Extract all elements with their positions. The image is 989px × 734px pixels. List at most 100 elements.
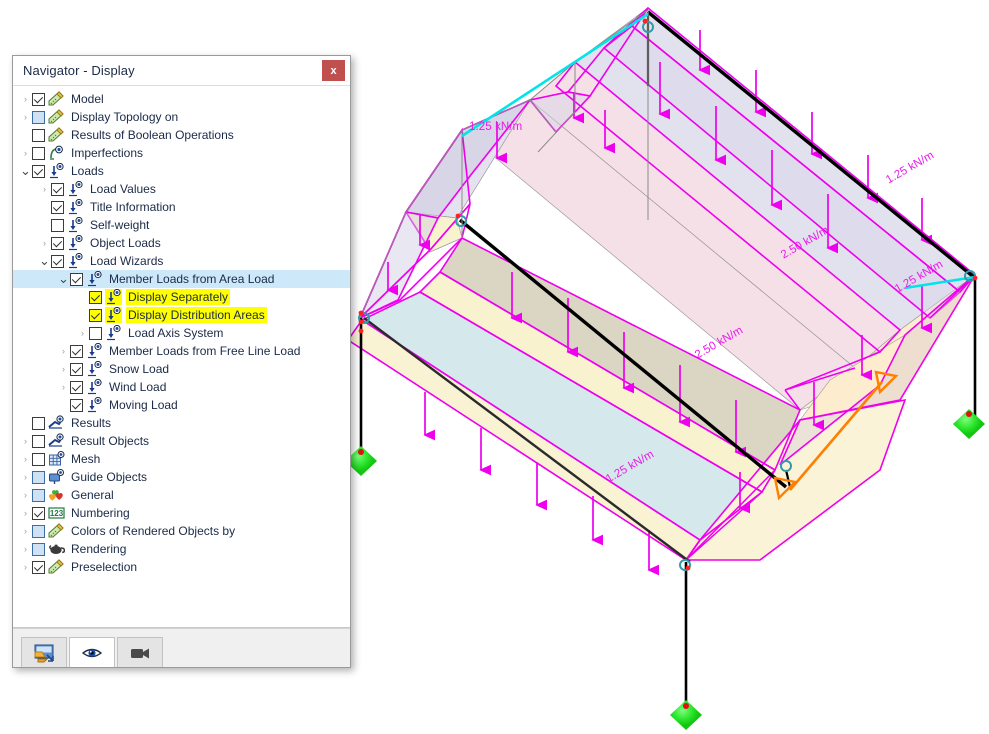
chevron-none	[76, 288, 89, 306]
checkbox-preselection[interactable]	[32, 561, 45, 574]
checkbox-colors-of-rendered-objects-by[interactable]	[32, 525, 45, 538]
chevron-right-icon[interactable]: ›	[38, 180, 51, 198]
numbering-123-icon: 123	[48, 505, 65, 521]
tree-item-preselection[interactable]: ›Preselection	[13, 558, 350, 576]
checkbox-results-of-boolean-operations[interactable]	[32, 129, 45, 142]
tree-item-display-distribution-areas[interactable]: Display Distribution Areas	[13, 306, 350, 324]
chevron-right-icon[interactable]: ›	[57, 378, 70, 396]
tree-item-label: Numbering	[69, 505, 132, 521]
checkbox-display-distribution-areas[interactable]	[89, 309, 102, 322]
tab-views-navigator[interactable]	[117, 637, 163, 667]
chevron-right-icon[interactable]: ›	[19, 144, 32, 162]
checkbox-moving-load[interactable]	[70, 399, 83, 412]
chevron-right-icon[interactable]: ›	[19, 540, 32, 558]
checkbox-member-loads-from-area-load[interactable]	[70, 273, 83, 286]
checkbox-display-topology-on[interactable]	[32, 111, 45, 124]
project-navigator-icon	[33, 643, 55, 663]
checkbox-wind-load[interactable]	[70, 381, 83, 394]
ruler-pencil-icon	[48, 109, 65, 125]
chevron-right-icon[interactable]: ›	[19, 558, 32, 576]
close-icon[interactable]: x	[322, 60, 345, 81]
chevron-right-icon[interactable]: ›	[19, 468, 32, 486]
tree-item-display-topology-on[interactable]: ›Display Topology on	[13, 108, 350, 126]
checkbox-snow-load[interactable]	[70, 363, 83, 376]
tab-display-navigator[interactable]	[69, 637, 115, 667]
checkbox-loads[interactable]	[32, 165, 45, 178]
tree-item-display-separately[interactable]: Display Separately	[13, 288, 350, 306]
tree-item-snow-load[interactable]: ›Snow Load	[13, 360, 350, 378]
tree-item-label: Imperfections	[69, 145, 145, 161]
tree-item-self-weight[interactable]: Self-weight	[13, 216, 350, 234]
ruler-pencil-icon-wrap	[48, 91, 65, 107]
load-eye-icon-wrap	[67, 217, 84, 233]
chevron-right-icon[interactable]: ›	[19, 522, 32, 540]
checkbox-general[interactable]	[32, 489, 45, 502]
checkbox-results[interactable]	[32, 417, 45, 430]
checkbox-rendering[interactable]	[32, 543, 45, 556]
checkbox-mesh[interactable]	[32, 453, 45, 466]
tree-item-label: General	[69, 487, 116, 503]
tree-item-numbering[interactable]: › 123 Numbering	[13, 504, 350, 522]
svg-text:123: 123	[50, 509, 64, 518]
checkbox-result-objects[interactable]	[32, 435, 45, 448]
chevron-right-icon[interactable]: ›	[57, 342, 70, 360]
chevron-right-icon[interactable]: ›	[19, 90, 32, 108]
chevron-down-icon[interactable]: ⌄	[38, 252, 51, 270]
chevron-right-icon[interactable]: ›	[38, 234, 51, 252]
tree-item-title-information[interactable]: Title Information	[13, 198, 350, 216]
checkbox-numbering[interactable]	[32, 507, 45, 520]
chevron-down-icon[interactable]: ⌄	[57, 270, 70, 288]
tree-item-load-axis-system[interactable]: ›Load Axis System	[13, 324, 350, 342]
checkbox-imperfections[interactable]	[32, 147, 45, 160]
tree-item-wind-load[interactable]: ›Wind Load	[13, 378, 350, 396]
chevron-right-icon[interactable]: ›	[19, 108, 32, 126]
tree-item-load-wizards[interactable]: ⌄Load Wizards	[13, 252, 350, 270]
checkbox-guide-objects[interactable]	[32, 471, 45, 484]
chevron-right-icon[interactable]: ›	[19, 486, 32, 504]
tree-item-label: Model	[69, 91, 106, 107]
ruler-pencil-icon	[48, 523, 65, 539]
tree-item-guide-objects[interactable]: ›Guide Objects	[13, 468, 350, 486]
tree-item-imperfections[interactable]: › Imperfections	[13, 144, 350, 162]
tree-item-result-objects[interactable]: ›Result Objects	[13, 432, 350, 450]
checkbox-load-wizards[interactable]	[51, 255, 64, 268]
chevron-right-icon[interactable]: ›	[19, 504, 32, 522]
checkbox-load-axis-system[interactable]	[89, 327, 102, 340]
chevron-right-icon[interactable]: ›	[19, 432, 32, 450]
load-eye-icon-wrap	[48, 163, 65, 179]
tree-item-label: Display Separately	[126, 289, 230, 305]
checkbox-self-weight[interactable]	[51, 219, 64, 232]
tree-item-member-loads-from-free-line-load[interactable]: ›Member Loads from Free Line Load	[13, 342, 350, 360]
tab-project-navigator[interactable]	[21, 637, 67, 667]
tree-item-load-values[interactable]: ›Load Values	[13, 180, 350, 198]
checkbox-model[interactable]	[32, 93, 45, 106]
checkbox-load-values[interactable]	[51, 183, 64, 196]
tree-item-rendering[interactable]: ›Rendering	[13, 540, 350, 558]
tree-item-member-loads-from-area-load[interactable]: ⌄Member Loads from Area Load	[13, 270, 350, 288]
chevron-right-icon[interactable]: ›	[76, 324, 89, 342]
tree-item-loads[interactable]: ⌄Loads	[13, 162, 350, 180]
checkbox-object-loads[interactable]	[51, 237, 64, 250]
tree-item-general[interactable]: › General	[13, 486, 350, 504]
chevron-down-icon[interactable]: ⌄	[19, 162, 32, 180]
tree-item-colors-of-rendered-objects-by[interactable]: ›Colors of Rendered Objects by	[13, 522, 350, 540]
checkbox-member-loads-from-free-line-load[interactable]	[70, 345, 83, 358]
tree-item-results-of-boolean-operations[interactable]: Results of Boolean Operations	[13, 126, 350, 144]
chevron-right-icon[interactable]: ›	[19, 450, 32, 468]
tree-item-label: Moving Load	[107, 397, 180, 413]
tree-item-results[interactable]: Results	[13, 414, 350, 432]
load-eye-icon-wrap	[86, 361, 103, 377]
mesh-icon	[48, 451, 65, 467]
tree-item-model[interactable]: › Model	[13, 90, 350, 108]
load-eye-icon	[67, 181, 84, 197]
tree-item-mesh[interactable]: ›Mesh	[13, 450, 350, 468]
navigator-display-window[interactable]: Navigator - Display x ›Model›Display Top…	[12, 55, 351, 668]
checkbox-title-information[interactable]	[51, 201, 64, 214]
checkbox-display-separately[interactable]	[89, 291, 102, 304]
chevron-right-icon[interactable]: ›	[57, 360, 70, 378]
tree-item-moving-load[interactable]: Moving Load	[13, 396, 350, 414]
display-tree[interactable]: › Model›Display Topology onResults of Boo…	[13, 86, 350, 628]
tree-item-object-loads[interactable]: ›Object Loads	[13, 234, 350, 252]
load-eye-icon-wrap	[67, 181, 84, 197]
results-icon	[48, 433, 65, 449]
